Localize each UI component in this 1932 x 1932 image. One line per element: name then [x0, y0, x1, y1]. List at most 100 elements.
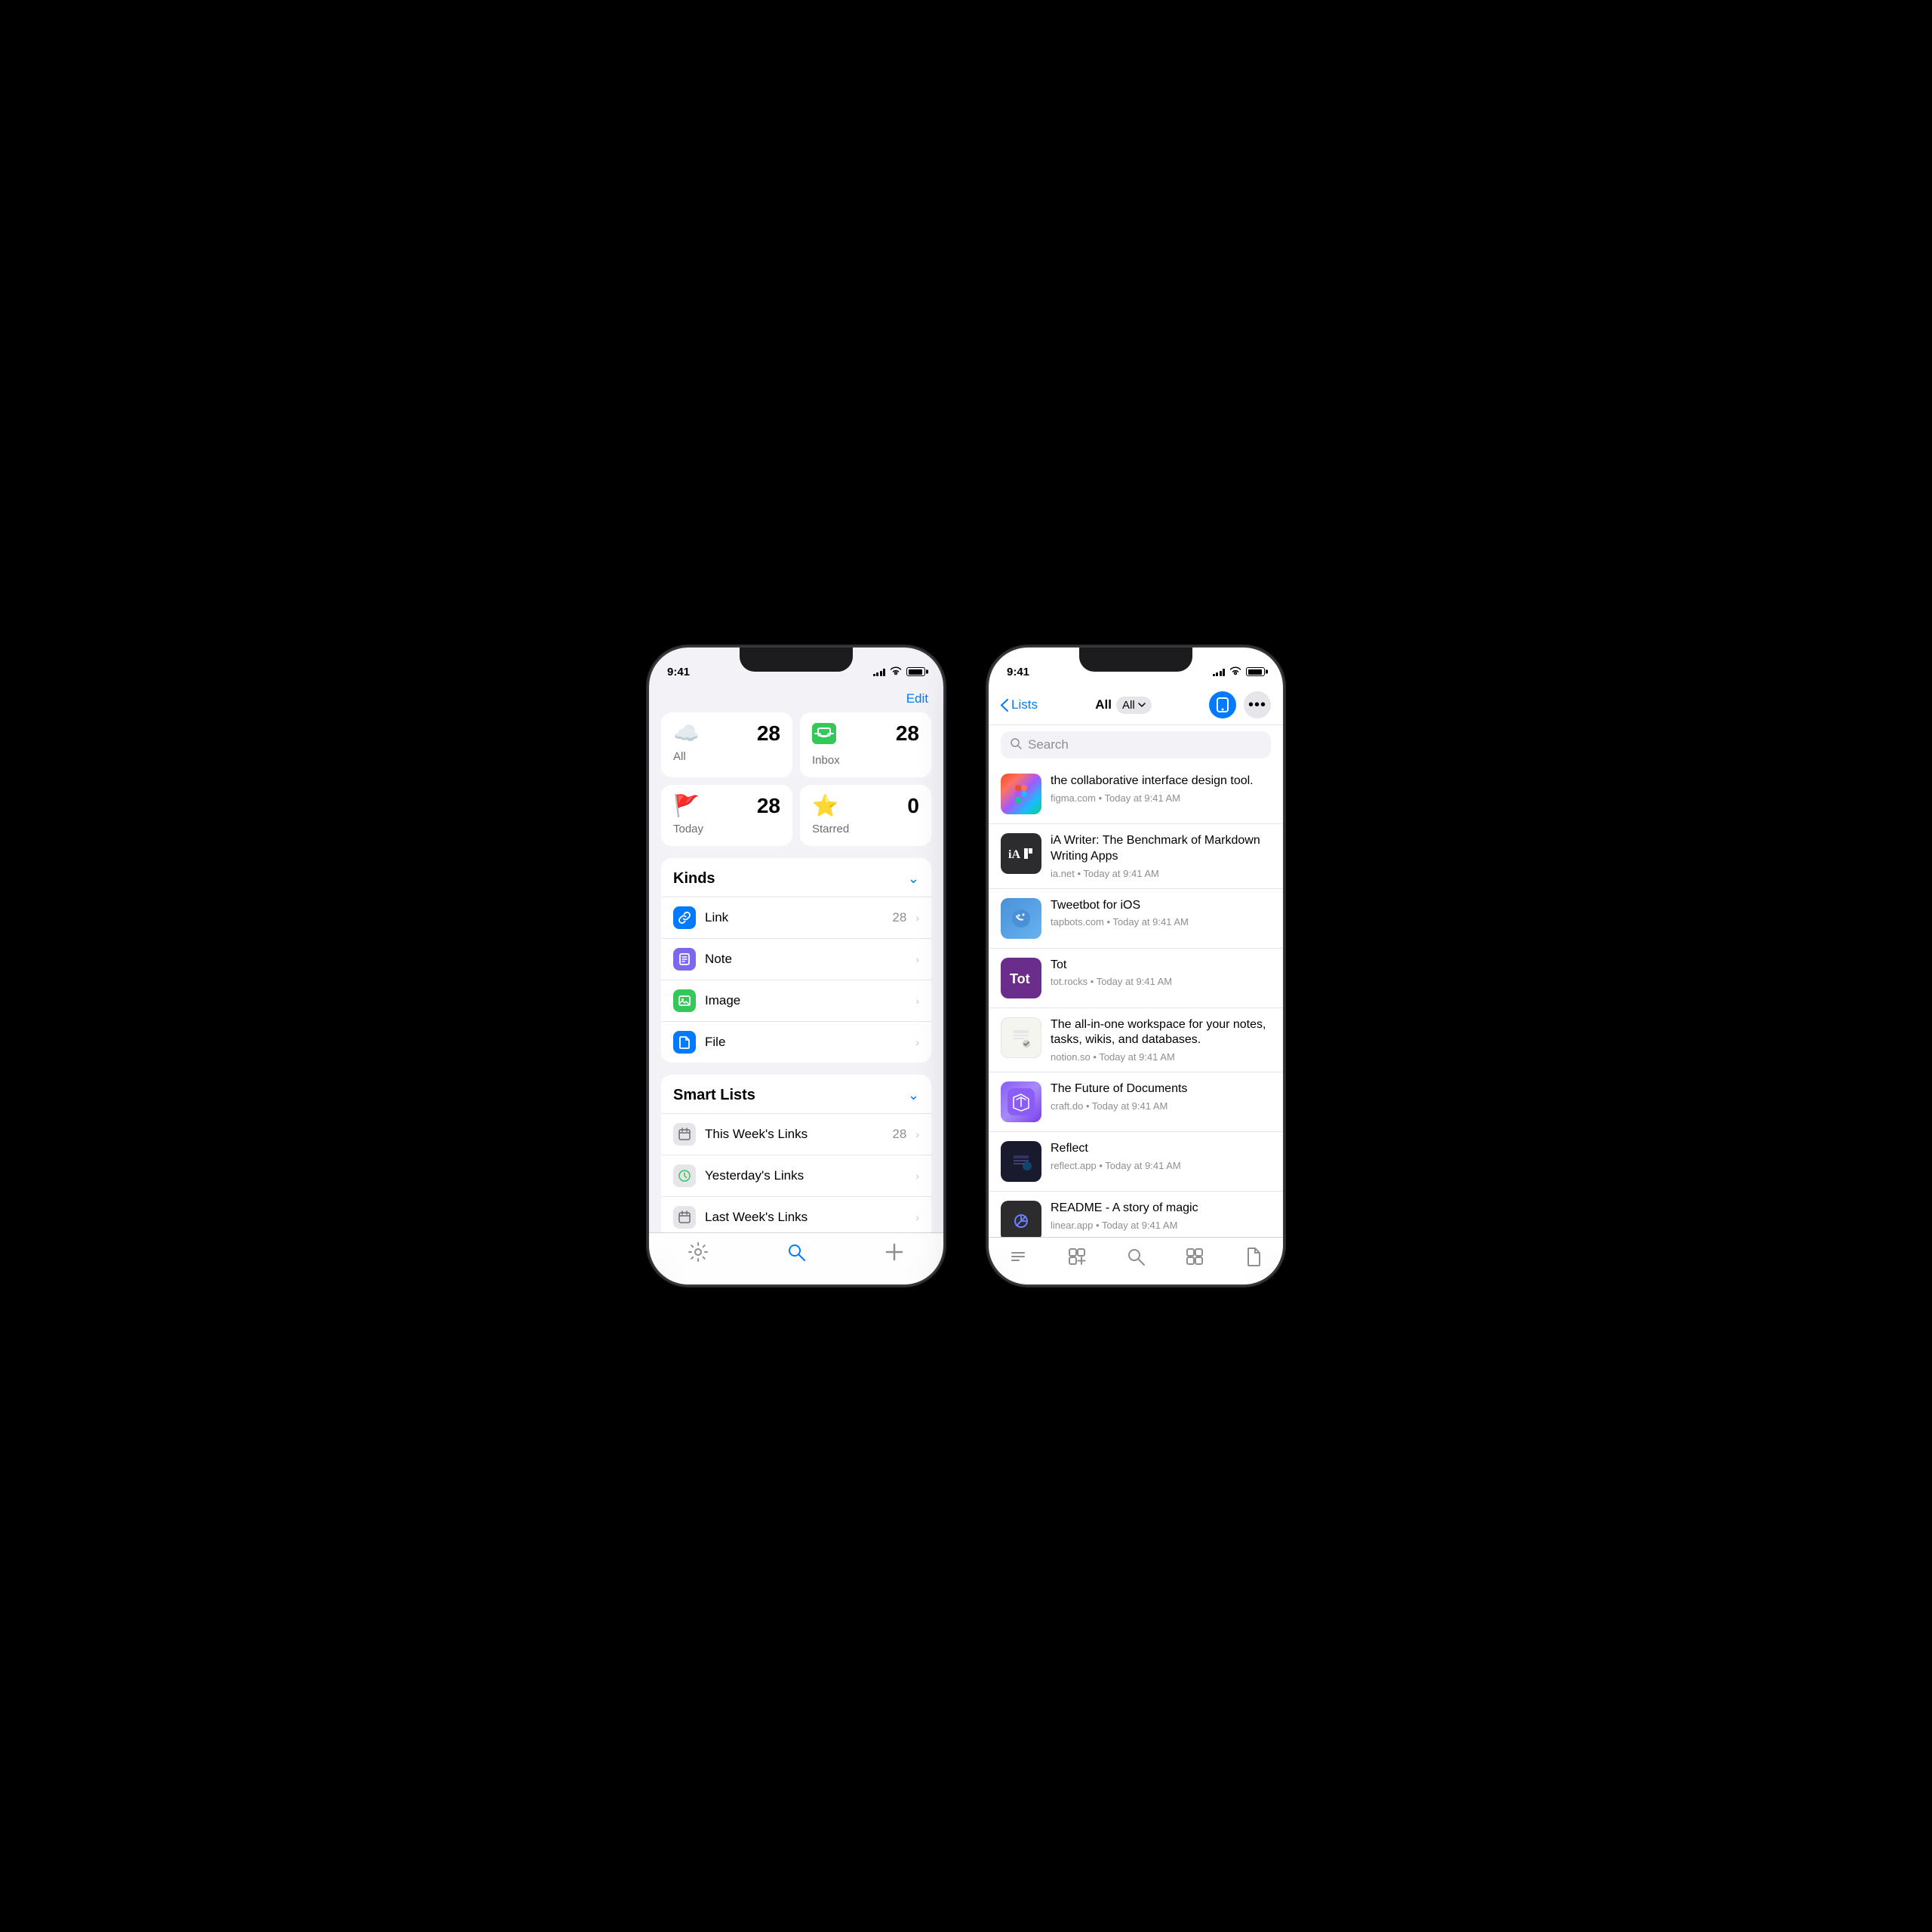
file-type-icon — [673, 1031, 696, 1054]
tot-time: Today at 9:41 AM — [1097, 976, 1172, 987]
search-bar[interactable]: Search — [1001, 731, 1271, 758]
today-label: Today — [673, 823, 780, 835]
wifi-icon-2 — [1229, 666, 1241, 678]
reflect-meta: reflect.app • Today at 9:41 AM — [1051, 1160, 1271, 1171]
reflect-time: Today at 9:41 AM — [1105, 1160, 1180, 1171]
link-item-reflect[interactable]: Reflect reflect.app • Today at 9:41 AM — [989, 1132, 1283, 1192]
notion-time: Today at 9:41 AM — [1099, 1051, 1174, 1063]
tab2-file[interactable] — [1229, 1244, 1278, 1269]
new-icon — [1067, 1247, 1087, 1266]
kind-file-label: File — [705, 1035, 906, 1050]
stats-grid: ☁️ 28 All — [649, 712, 943, 858]
link-item-craft[interactable]: The Future of Documents craft.do • Today… — [989, 1072, 1283, 1132]
all-label: All — [673, 750, 780, 763]
nav-title-area: All All — [1095, 697, 1151, 714]
link-list: the collaborative interface design tool.… — [989, 764, 1283, 1237]
linear-title: README - A story of magic — [1051, 1201, 1271, 1217]
inbox-icon — [812, 723, 836, 748]
link-info-ia: iA Writer: The Benchmark of Markdown Wri… — [1051, 833, 1271, 879]
search-input[interactable]: Search — [1028, 737, 1262, 752]
figma-title: the collaborative interface design tool. — [1051, 774, 1271, 789]
thumb-figma — [1001, 774, 1041, 814]
tab2-new[interactable] — [1052, 1244, 1102, 1269]
link-item-linear[interactable]: README - A story of magic linear.app • T… — [989, 1192, 1283, 1237]
link-item-notion[interactable]: The all-in-one workspace for your notes,… — [989, 1008, 1283, 1073]
stat-inbox[interactable]: 28 Inbox — [800, 712, 931, 777]
today-icon: 🚩 — [673, 795, 700, 817]
back-button[interactable]: Lists — [1001, 697, 1038, 712]
tweetbot-source: tapbots.com — [1051, 916, 1104, 928]
thisweek-icon — [673, 1123, 696, 1146]
link-info-tweetbot: Tweetbot for iOS tapbots.com • Today at … — [1051, 898, 1271, 928]
smart-lists-collapse-icon[interactable]: ⌄ — [908, 1088, 919, 1103]
tab2-search[interactable] — [1111, 1244, 1161, 1269]
kind-link-count: 28 — [892, 910, 906, 925]
kind-note[interactable]: Note › — [661, 938, 931, 980]
today-count: 28 — [757, 795, 780, 817]
thisweek-label: This Week's Links — [705, 1127, 883, 1142]
link-item-tweetbot[interactable]: Tweetbot for iOS tapbots.com • Today at … — [989, 889, 1283, 949]
tot-title: Tot — [1051, 958, 1271, 974]
link-type-icon — [673, 906, 696, 929]
tab-search[interactable] — [771, 1239, 821, 1269]
lastweek-icon — [673, 1206, 696, 1229]
lists-icon — [1008, 1247, 1028, 1266]
screen-1: 9:41 Edit — [649, 648, 943, 1284]
stat-today[interactable]: 🚩 28 Today — [661, 785, 792, 846]
notch-2 — [1079, 648, 1192, 672]
notion-meta: notion.so • Today at 9:41 AM — [1051, 1051, 1271, 1063]
image-type-icon — [673, 989, 696, 1012]
battery-icon-2 — [1246, 667, 1265, 676]
tab-bar-2 — [989, 1237, 1283, 1284]
back-label: Lists — [1011, 697, 1038, 712]
tot-source: tot.rocks — [1051, 976, 1088, 987]
all-count: 28 — [757, 723, 780, 744]
more-options-button[interactable]: ••• — [1244, 691, 1271, 718]
tab2-lists[interactable] — [993, 1244, 1043, 1269]
stat-all[interactable]: ☁️ 28 All — [661, 712, 792, 777]
edit-button-row: Edit — [649, 685, 943, 712]
add-icon — [884, 1242, 904, 1266]
thumb-linear — [1001, 1201, 1041, 1237]
phone-2: 9:41 L — [989, 648, 1283, 1284]
smart-list-thisweek[interactable]: This Week's Links 28 › — [661, 1113, 931, 1155]
thumb-reflect — [1001, 1141, 1041, 1182]
link-list-inner: the collaborative interface design tool.… — [989, 764, 1283, 1237]
figma-meta: figma.com • Today at 9:41 AM — [1051, 792, 1271, 804]
smart-lists-header: Smart Lists ⌄ — [661, 1075, 931, 1113]
edit-button[interactable]: Edit — [906, 691, 928, 706]
screen-2: 9:41 L — [989, 648, 1283, 1284]
phone-view-button[interactable] — [1209, 691, 1236, 718]
kind-file-chevron: › — [915, 1036, 919, 1048]
smart-lists-section: Smart Lists ⌄ This Week's Links 28 — [661, 1075, 931, 1232]
battery-icon-1 — [906, 667, 925, 676]
tab-add[interactable] — [869, 1239, 919, 1269]
link-item-ia[interactable]: iA iA Writer: The Benchmark of Markdown … — [989, 824, 1283, 889]
status-icons-2 — [1213, 666, 1266, 678]
figma-source: figma.com — [1051, 792, 1096, 804]
tab2-gallery[interactable] — [1170, 1244, 1220, 1269]
notion-source: notion.so — [1051, 1051, 1091, 1063]
link-item-tot[interactable]: Tot Tot tot.rocks • Today at 9:41 AM — [989, 949, 1283, 1008]
nav-dropdown[interactable]: All — [1116, 697, 1152, 714]
linear-time: Today at 9:41 AM — [1102, 1220, 1177, 1231]
search-bar-icon — [1010, 737, 1022, 752]
thumb-craft — [1001, 1081, 1041, 1122]
link-item-figma[interactable]: the collaborative interface design tool.… — [989, 764, 1283, 824]
kinds-collapse-icon[interactable]: ⌄ — [908, 871, 919, 887]
kind-image[interactable]: Image › — [661, 980, 931, 1021]
search-bar-wrap: Search — [989, 725, 1283, 764]
kind-note-chevron: › — [915, 953, 919, 965]
kinds-title: Kinds — [673, 870, 715, 888]
nav-bar-2: Lists All All •• — [989, 685, 1283, 725]
stat-starred[interactable]: ⭐ 0 Starred — [800, 785, 931, 846]
tab-settings[interactable] — [673, 1239, 723, 1269]
svg-text:iA: iA — [1008, 848, 1020, 861]
kind-link[interactable]: Link 28 › — [661, 897, 931, 938]
starred-label: Starred — [812, 823, 919, 835]
smart-list-yesterday[interactable]: Yesterday's Links › — [661, 1155, 931, 1196]
kind-link-chevron: › — [915, 912, 919, 924]
smart-list-lastweek[interactable]: Last Week's Links › — [661, 1196, 931, 1232]
notch-1 — [740, 648, 853, 672]
kind-file[interactable]: File › — [661, 1021, 931, 1063]
